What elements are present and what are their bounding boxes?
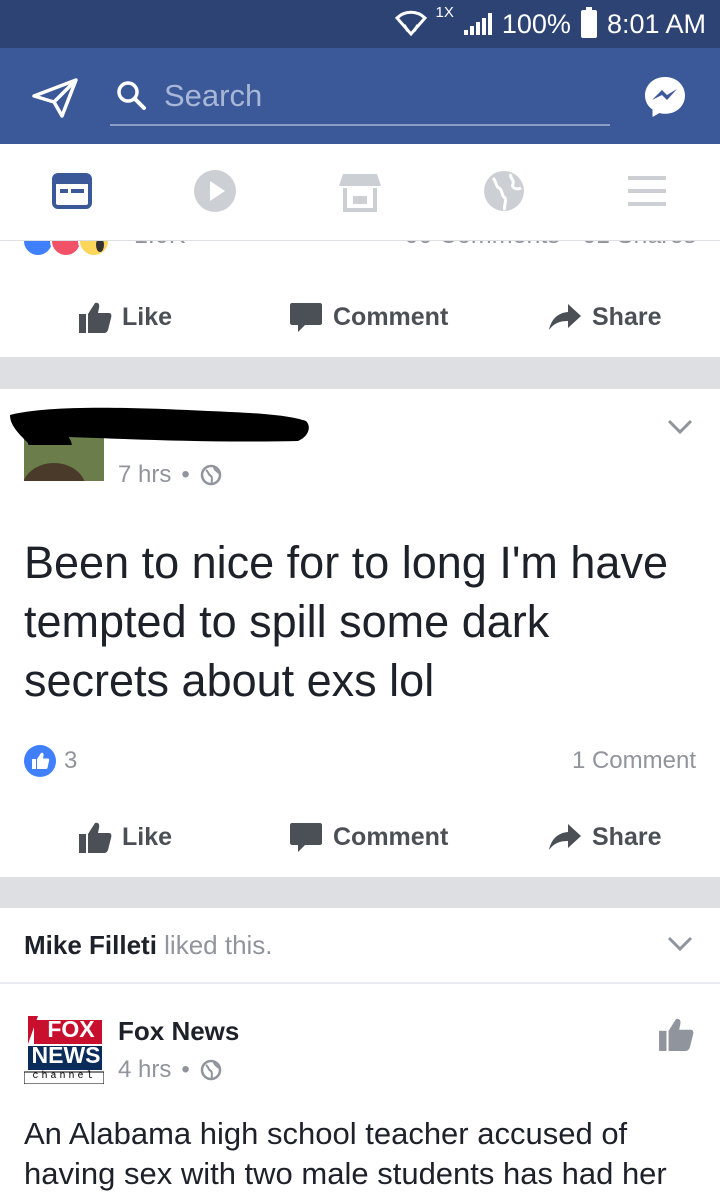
globe-icon — [484, 171, 524, 211]
wifi-icon — [394, 10, 427, 37]
logo-word-channel: channel — [32, 1071, 96, 1082]
action-row: Like Comment Share — [0, 282, 720, 352]
like-count[interactable]: 3 — [64, 747, 77, 775]
page-post: FOX NEWS channel Fox News 4 hrs • An Ala… — [0, 986, 720, 1196]
post-text: An Alabama high school teacher accused o… — [24, 1116, 667, 1191]
logo-word-fox: FOX — [47, 1016, 95, 1042]
previous-post: 1.0K 66 Comments · 61 Shares Like Commen… — [0, 241, 720, 357]
app-header — [0, 48, 720, 144]
redaction-mark — [10, 407, 309, 445]
reaction-count[interactable]: 1.0K — [134, 241, 185, 250]
page-name[interactable]: Fox News — [118, 1016, 239, 1047]
share-button[interactable]: Share — [548, 802, 661, 872]
store-icon — [339, 174, 381, 212]
like-button[interactable]: Like — [78, 282, 172, 352]
share-icon — [549, 824, 581, 850]
post-timestamp[interactable]: 7 hrs • — [118, 461, 222, 489]
tab-marketplace[interactable] — [337, 168, 383, 214]
comment-icon — [290, 823, 322, 852]
play-icon — [194, 170, 236, 212]
feed-post: 7 hrs • Been to nice for to long I'm hav… — [0, 389, 720, 877]
network-badge: 1X — [435, 3, 454, 21]
news-feed-icon — [52, 173, 92, 209]
clock: 8:01 AM — [606, 8, 706, 39]
tab-news-feed[interactable] — [49, 168, 95, 214]
tab-notifications[interactable] — [481, 168, 527, 214]
chevron-down-icon[interactable] — [666, 934, 694, 954]
like-reaction-icon[interactable] — [24, 745, 56, 777]
signal-icon — [463, 13, 492, 35]
share-button[interactable]: Share — [548, 282, 661, 352]
comment-button[interactable]: Comment — [289, 282, 448, 352]
share-icon — [549, 304, 581, 330]
battery-percent: 100% — [501, 8, 571, 39]
thumbs-up-icon — [79, 302, 112, 333]
feed-divider — [0, 357, 720, 389]
search-icon — [117, 81, 146, 110]
post-stats[interactable]: 66 Comments · 61 Shares — [404, 241, 696, 250]
like-button[interactable]: Like — [78, 802, 172, 872]
battery-icon — [580, 7, 597, 38]
comment-icon — [290, 303, 322, 332]
comment-button[interactable]: Comment — [289, 802, 448, 872]
post-timestamp[interactable]: 4 hrs • — [118, 1056, 222, 1084]
globe-icon — [200, 1059, 222, 1081]
chevron-down-icon[interactable] — [666, 417, 694, 437]
status-bar: 1X 100% 8:01 AM — [0, 0, 720, 48]
tab-video[interactable] — [192, 168, 238, 214]
liked-by-row: Mike Filleti liked this. — [0, 908, 720, 984]
like-page-icon[interactable] — [658, 1016, 694, 1052]
search-bar[interactable] — [110, 70, 610, 126]
send-icon[interactable] — [32, 78, 78, 118]
comment-count[interactable]: 1 Comment — [572, 747, 696, 775]
action-row: Like Comment Share — [0, 802, 720, 872]
reactions-icon — [22, 241, 110, 257]
tab-bar — [0, 144, 720, 241]
search-input[interactable] — [164, 76, 594, 116]
messenger-icon[interactable] — [642, 74, 688, 120]
menu-icon — [628, 176, 666, 206]
liker-name[interactable]: Mike Filleti — [24, 930, 157, 960]
feed-divider — [0, 877, 720, 908]
tab-menu[interactable] — [624, 168, 670, 214]
post-text: Been to nice for to long I'm have tempte… — [24, 537, 668, 706]
logo-word-news: NEWS — [31, 1042, 101, 1068]
globe-icon — [200, 464, 222, 486]
liked-by-text: Mike Filleti liked this. — [24, 930, 273, 960]
thumbs-up-icon — [79, 822, 112, 853]
